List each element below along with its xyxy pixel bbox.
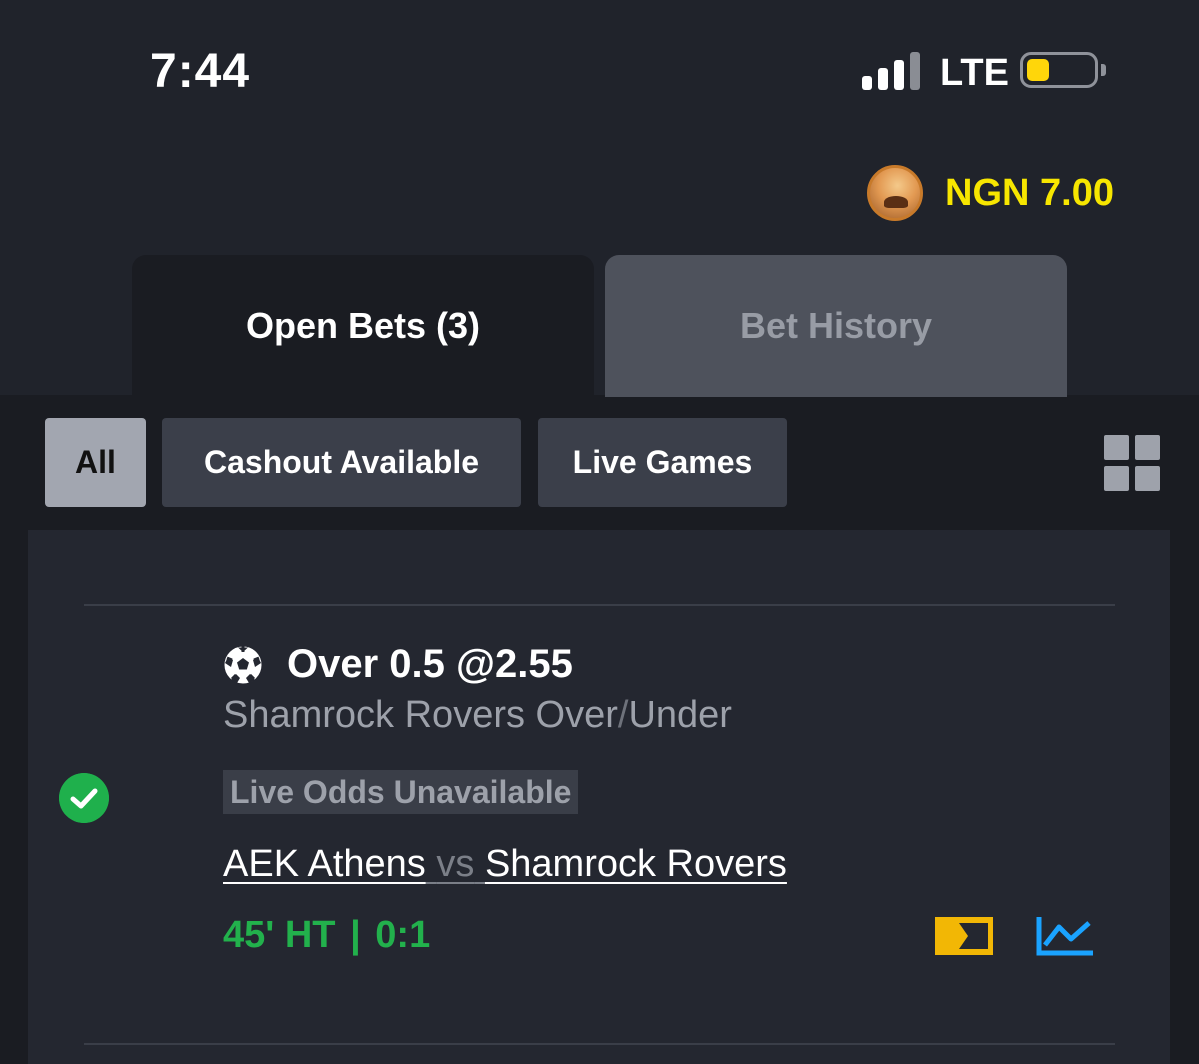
- filter-all[interactable]: All: [45, 418, 146, 507]
- bet-selection: Over 0.5 @2.55: [287, 642, 573, 686]
- open-bets-screen: 7:44 LTE NGN 7.00 Open Bets (3) Bet Hist…: [0, 0, 1199, 1064]
- score-value: 0:1: [375, 914, 431, 956]
- match-link[interactable]: AEK Athens vs Shamrock Rovers: [223, 843, 787, 886]
- bet-market: Shamrock Rovers Over/Under: [223, 694, 732, 737]
- market-team: Shamrock Rovers Over: [223, 694, 618, 736]
- filter-cashout-available[interactable]: Cashout Available: [162, 418, 521, 507]
- bet-card[interactable]: [28, 530, 1170, 1064]
- score-separator: |: [350, 914, 361, 956]
- status-time: 7:44: [150, 45, 251, 98]
- avatar[interactable]: [867, 165, 923, 221]
- away-team[interactable]: Shamrock Rovers: [485, 843, 787, 885]
- market-suffix: Under: [628, 694, 732, 736]
- match-time: 45' HT: [223, 914, 336, 956]
- vs-label: vs: [436, 843, 475, 885]
- account-balance[interactable]: NGN 7.00: [945, 172, 1114, 215]
- card-divider-top: [84, 604, 1115, 606]
- tab-open-bets[interactable]: Open Bets (3): [132, 255, 594, 397]
- grid-view-icon[interactable]: [1104, 435, 1160, 491]
- match-tracker-icon[interactable]: [935, 917, 993, 955]
- home-team[interactable]: AEK Athens: [223, 843, 426, 885]
- battery-icon: [1020, 52, 1098, 88]
- live-score: 45' HT | 0:1: [223, 914, 430, 957]
- stats-chart-icon[interactable]: [1035, 915, 1095, 957]
- filter-live-games[interactable]: Live Games: [538, 418, 787, 507]
- tab-bet-history[interactable]: Bet History: [605, 255, 1067, 397]
- odds-status-badge: Live Odds Unavailable: [223, 770, 579, 814]
- signal-icon: [862, 52, 924, 90]
- network-type: LTE: [940, 52, 1009, 94]
- market-slash: /: [617, 694, 629, 736]
- battery-cap: [1101, 64, 1106, 76]
- check-circle-icon: [59, 773, 109, 823]
- card-divider-bottom: [84, 1043, 1115, 1045]
- soccer-ball-icon: [223, 645, 263, 685]
